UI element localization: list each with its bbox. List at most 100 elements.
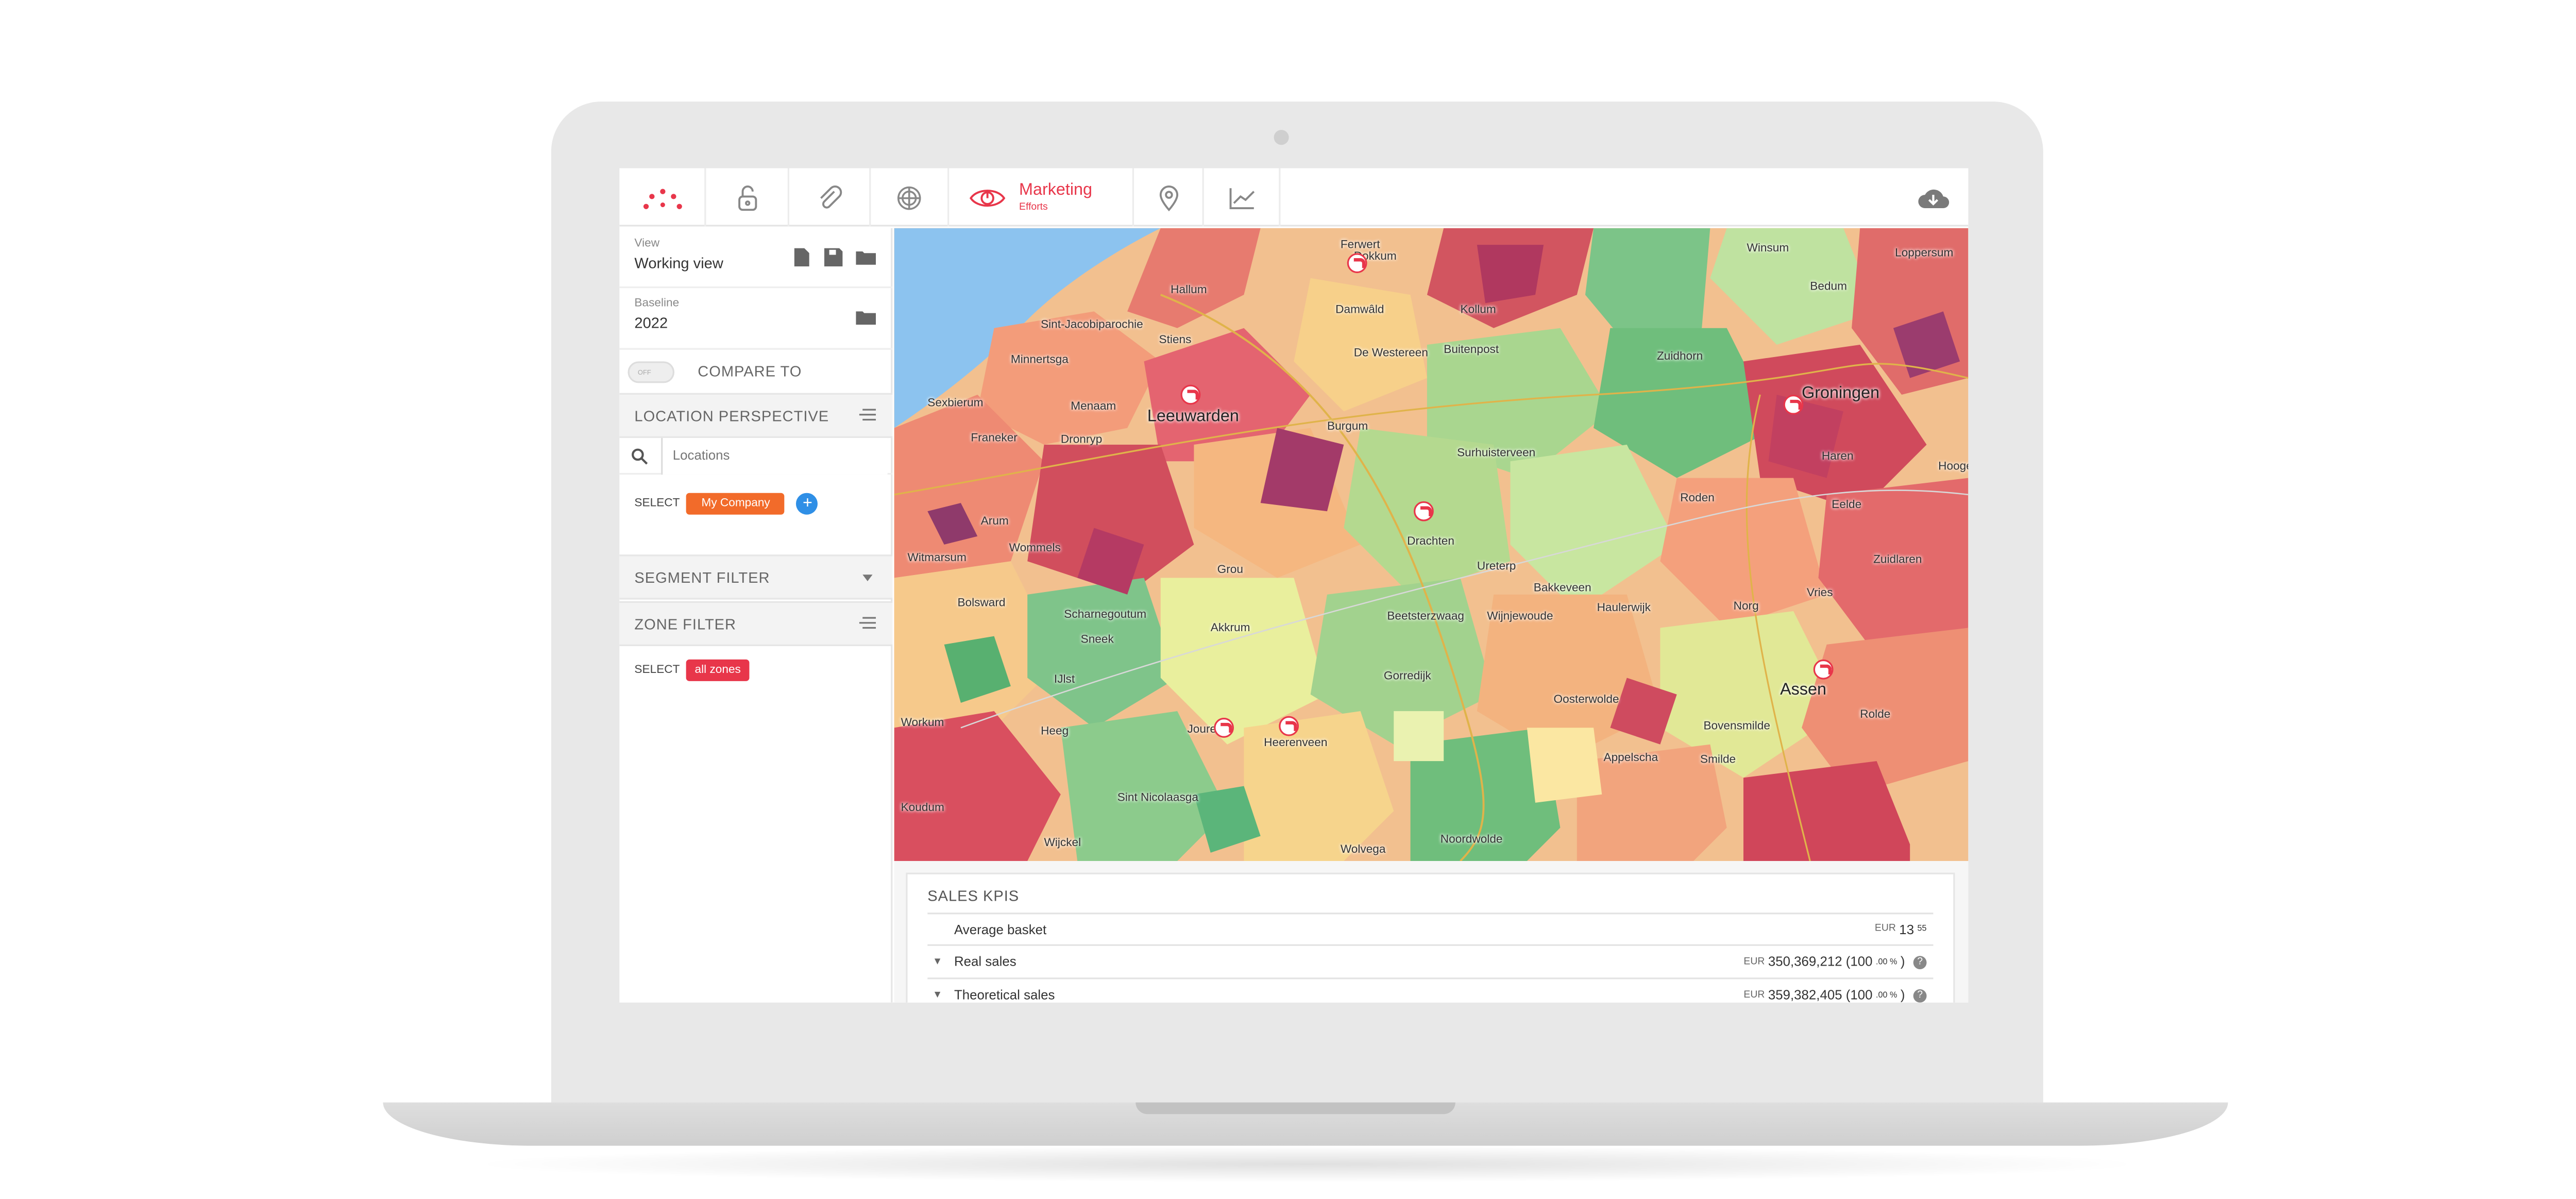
map-label: Scharnegoutum (1064, 609, 1147, 621)
chevron-down-icon[interactable]: ▼ (933, 990, 942, 1000)
chevron-down-icon[interactable]: ▼ (933, 957, 942, 967)
folder-icon[interactable] (856, 250, 876, 265)
paperclip-icon[interactable] (789, 168, 871, 227)
store-marker[interactable] (1214, 718, 1234, 738)
view-selector[interactable]: View Working view (619, 238, 893, 289)
map-label: Wommels (1009, 543, 1061, 555)
map-label: Haulerwijk (1597, 603, 1651, 615)
map-label: Drachten (1407, 536, 1454, 548)
kpi-name: Average basket (954, 921, 1047, 937)
location-perspective-label: LOCATION PERSPECTIVE (634, 407, 829, 424)
select-label: SELECT (634, 498, 680, 510)
zone-filter-header[interactable]: ZONE FILTER (619, 601, 893, 647)
laptop-shadow (466, 1145, 2148, 1183)
compare-toggle[interactable]: OFF (628, 360, 675, 382)
search-icon (632, 447, 648, 464)
kpi-name: Real sales (954, 954, 1016, 970)
map-label: Vries (1806, 587, 1833, 600)
list-icon[interactable] (859, 616, 876, 630)
map-label: Wolvega (1340, 844, 1386, 856)
kpi-row-average-basket: Average basket EUR 13 55 (927, 913, 1934, 946)
segment-filter-header[interactable]: SEGMENT FILTER (619, 554, 893, 600)
map-label: Groningen (1802, 384, 1880, 403)
map-label: Grou (1217, 564, 1243, 577)
kpi-currency: EUR (1743, 990, 1765, 1000)
map-label: Dronryp (1060, 434, 1103, 447)
dots-logo-icon[interactable] (619, 168, 706, 227)
map-label: Ureterp (1477, 561, 1516, 573)
baseline-value: 2022 (634, 314, 668, 332)
my-company-pill[interactable]: My Company (686, 493, 785, 515)
map-label: Noordwolde (1440, 834, 1503, 846)
locations-input[interactable] (661, 437, 888, 474)
map-label: Sint-Jacobiparochie (1041, 319, 1143, 332)
kpi-currency: EUR (1874, 924, 1896, 935)
map-label: Arum (980, 516, 1009, 528)
kpi-value: 13 (1899, 921, 1914, 937)
store-marker[interactable] (1180, 384, 1201, 405)
line-chart-icon[interactable] (1204, 168, 1281, 227)
map-label: Eelde (1832, 499, 1862, 512)
list-icon[interactable] (859, 408, 876, 421)
globe-icon[interactable] (871, 168, 950, 227)
segment-filter-label: SEGMENT FILTER (634, 568, 770, 586)
map-label: Sint Nicolaasga (1117, 792, 1198, 805)
map-label: Gorredijk (1383, 671, 1431, 683)
store-marker[interactable] (1414, 501, 1434, 521)
kpi-value: 359,382,405 (100 (1768, 987, 1873, 1003)
map-label: Stiens (1159, 334, 1192, 347)
stage: Marketing Efforts View Working view Base… (0, 0, 2576, 1199)
store-marker[interactable] (1813, 659, 1834, 680)
map-label: Bakkeveen (1533, 583, 1591, 595)
map-label: Bovensmilde (1703, 721, 1770, 733)
store-marker[interactable] (1347, 253, 1367, 274)
new-file-icon[interactable] (794, 248, 809, 267)
baseline-selector[interactable]: Baseline 2022 (619, 298, 892, 348)
kpi-pct: ) (1900, 954, 1905, 970)
store-marker[interactable] (1279, 716, 1299, 736)
zone-filter-label: ZONE FILTER (634, 615, 737, 632)
lock-icon[interactable] (706, 168, 790, 227)
map-label: Franeker (971, 433, 1018, 445)
kpi-currency: EUR (1743, 956, 1765, 967)
map-label: Damwâld (1335, 305, 1384, 317)
kpi-title: SALES KPIS (927, 887, 1020, 905)
map-label: Sexbierum (927, 398, 984, 410)
laptop-camera (1274, 130, 1289, 145)
map-pin-icon[interactable] (1134, 168, 1204, 227)
tab-marketing-efforts[interactable]: Marketing Efforts (949, 168, 1134, 227)
save-icon[interactable] (824, 248, 843, 267)
kpi-row-theoretical-sales[interactable]: ▼ Theoretical sales EUR 359,382,405 (100.… (927, 979, 1933, 1003)
chevron-down-icon (862, 575, 873, 582)
map-label: Beetsterzwaag (1387, 611, 1465, 623)
kpi-decimals: .00 % (1876, 956, 1897, 967)
map-label: Menaam (1071, 401, 1116, 413)
map-label: Zuidhorn (1656, 351, 1703, 363)
help-icon[interactable]: ? (1913, 988, 1927, 1002)
choropleth-map[interactable]: Ferwert Dokkum Hallum Damwâld Kollum Win… (894, 228, 1969, 861)
map-label: Ferwert (1340, 240, 1380, 252)
sales-kpis-card: SALES KPIS Average basket EUR 13 55 ▼ Real… (906, 872, 1955, 1003)
map-label: Winsum (1747, 243, 1789, 255)
company-select-row: SELECT My Company + (619, 493, 892, 515)
map-label: Workum (901, 718, 944, 730)
map-label: Leeuwarden (1147, 408, 1239, 427)
app-window: Marketing Efforts View Working view Base… (619, 168, 1969, 1003)
map-label: Wijckel (1044, 837, 1081, 850)
view-label: View (634, 238, 660, 250)
map-label: Buitenpost (1444, 345, 1499, 357)
top-toolbar: Marketing Efforts (619, 168, 1969, 227)
store-marker[interactable] (1783, 395, 1804, 415)
map-label: Kollum (1460, 305, 1496, 317)
map-label: Haren (1821, 451, 1854, 463)
sidebar: View Working view Baseline 2022 OFF COMP… (619, 228, 893, 1003)
cloud-download-icon[interactable] (1899, 168, 1969, 226)
location-perspective-header[interactable]: LOCATION PERSPECTIVE (619, 393, 893, 438)
map-label: Roden (1680, 493, 1715, 505)
all-zones-pill[interactable]: all zones (686, 659, 750, 681)
help-icon[interactable]: ? (1913, 955, 1927, 969)
map-label: Surhuisterveen (1457, 448, 1536, 460)
kpi-row-real-sales[interactable]: ▼ Real sales EUR 350,369,212 (100.00 %)? (927, 946, 1934, 980)
folder-icon[interactable] (856, 310, 876, 325)
add-button[interactable]: + (796, 493, 819, 515)
